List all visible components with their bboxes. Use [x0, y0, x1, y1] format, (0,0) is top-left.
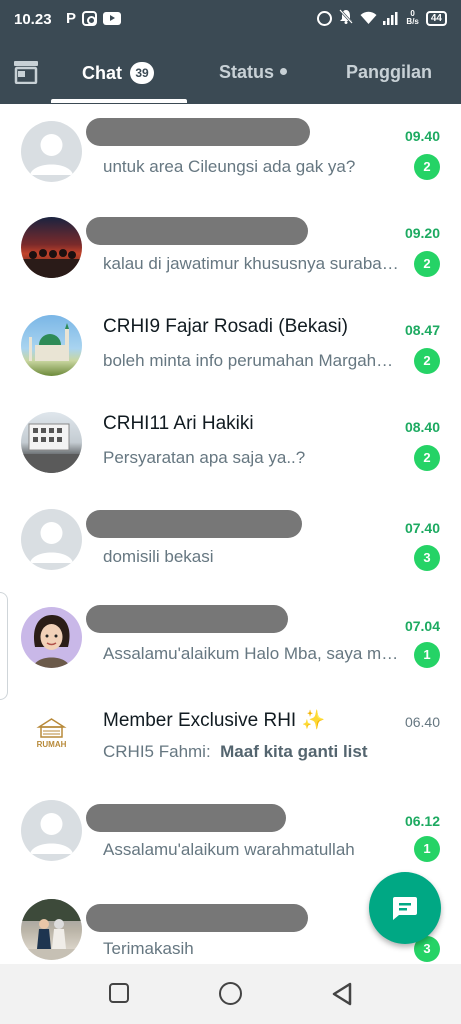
message-time: 07.04 [404, 618, 440, 634]
back-button[interactable] [331, 981, 353, 1012]
signal-icon [383, 11, 399, 25]
chat-row[interactable]: untuk area Cileungsi ada gak ya? 09.40 2 [0, 104, 461, 201]
back-triangle-icon [332, 982, 352, 1006]
youtube-icon [103, 12, 122, 25]
new-status-dot [280, 68, 288, 75]
message-time: 09.40 [404, 128, 440, 144]
p-app-icon: P [66, 10, 77, 27]
chat-name: CRHI11 Ari Hakiki [103, 413, 254, 434]
photo-avatar[interactable] [21, 217, 82, 278]
rumah-logo-text: RUMAH [37, 740, 67, 749]
chat-row[interactable]: Assalamu'alaikum warahmatullah 06.12 1 [0, 783, 461, 880]
last-message: domisili bekasi [103, 547, 214, 566]
redacted-name [86, 510, 302, 538]
redacted-name [86, 804, 286, 832]
tab-chat-label: Chat [82, 63, 122, 83]
woman-avatar[interactable] [21, 607, 82, 668]
new-chat-button[interactable] [369, 872, 441, 944]
last-message: Assalamu'alaikum Halo Mba, saya mau tany… [103, 644, 399, 663]
chat-name: Member Exclusive RHI ✨ [103, 710, 326, 731]
tab-status-label: Status [219, 62, 275, 82]
instagram-icon [82, 11, 98, 26]
message-time: 06.12 [404, 813, 440, 829]
last-message: untuk area Cileungsi ada gak ya? [103, 157, 356, 176]
chat-list[interactable]: untuk area Cileungsi ada gak ya? 09.40 2… [0, 104, 461, 964]
status-time: 10.23 [14, 11, 52, 28]
message-sender: CRHI5 Fahmi: [103, 742, 211, 761]
recent-apps-button[interactable] [109, 983, 129, 1003]
message-time: 06.40 [404, 714, 440, 730]
tab-status[interactable]: Status [219, 62, 288, 83]
message-time: 09.20 [404, 225, 440, 241]
last-message: boleh minta info perumahan Margahayu [103, 351, 399, 370]
last-message: Persyaratan apa saja ya..? [103, 448, 306, 467]
default-avatar-icon[interactable] [21, 121, 82, 182]
unread-count-badge: 1 [414, 642, 440, 668]
chat-row[interactable]: domisili bekasi 07.40 3 [0, 492, 461, 589]
message-text: Maaf kita ganti list [220, 742, 368, 761]
tab-chat[interactable]: Chat 39 [82, 62, 154, 84]
edge-panel-handle[interactable] [0, 592, 8, 700]
unread-count-badge: 2 [414, 348, 440, 374]
new-chat-icon [393, 897, 417, 920]
redacted-name [86, 217, 308, 245]
redacted-name [86, 904, 308, 932]
unread-count-badge: 2 [414, 154, 440, 180]
tab-bar: Chat 39 Status Panggilan [0, 48, 461, 104]
unread-count-badge: 3 [414, 545, 440, 571]
default-avatar-icon[interactable] [21, 800, 82, 861]
unread-count-badge: 2 [414, 445, 440, 471]
last-message: Assalamu'alaikum warahmatullah [103, 840, 355, 859]
redacted-name [86, 118, 310, 146]
unread-count-badge: 1 [414, 836, 440, 862]
tab-calls-label: Panggilan [346, 62, 433, 82]
chat-name: CRHI9 Fajar Rosadi (Bekasi) [103, 316, 348, 337]
community-icon[interactable] [13, 60, 39, 89]
unread-chats-badge: 39 [130, 62, 154, 84]
chat-row[interactable]: kalau di jawatimur khususnya surabaya 09… [0, 201, 461, 298]
wifi-icon [360, 11, 377, 25]
message-time: 08.40 [404, 419, 440, 435]
message-time: 07.40 [404, 520, 440, 536]
mute-bell-icon [339, 9, 354, 27]
chat-row[interactable]: CRHI11 Ari Hakiki Persyaratan apa saja y… [0, 395, 461, 492]
redacted-name [86, 605, 288, 633]
net-speed: 0 B/s [406, 9, 419, 26]
chat-row[interactable]: RUMAH Member Exclusive RHI ✨ CRHI5 Fahmi… [0, 686, 461, 783]
default-avatar-icon[interactable] [21, 509, 82, 570]
mosque-avatar[interactable] [21, 315, 82, 376]
chat-row[interactable]: CRHI9 Fajar Rosadi (Bekasi) boleh minta … [0, 298, 461, 395]
last-message: CRHI5 Fahmi: Maaf kita ganti list [103, 742, 368, 762]
last-message: Terimakasih [103, 939, 194, 958]
rumah-logo[interactable]: RUMAH [21, 703, 82, 764]
battery-icon: 44 [425, 10, 447, 26]
building-avatar[interactable] [21, 412, 82, 473]
chat-row[interactable]: Assalamu'alaikum Halo Mba, saya mau tany… [0, 589, 461, 686]
tab-calls[interactable]: Panggilan [346, 62, 432, 83]
app-header: 10.23 P 0 B/s 44 Chat 39 Status Panggila… [0, 0, 461, 104]
unread-count-badge: 2 [414, 251, 440, 277]
couple-avatar[interactable] [21, 899, 82, 960]
home-button[interactable] [219, 982, 242, 1005]
last-message: kalau di jawatimur khususnya surabaya [103, 254, 399, 273]
alarm-icon [317, 10, 333, 26]
active-tab-indicator [51, 99, 187, 103]
system-nav-bar [0, 964, 461, 1024]
message-time: 08.47 [404, 322, 440, 338]
